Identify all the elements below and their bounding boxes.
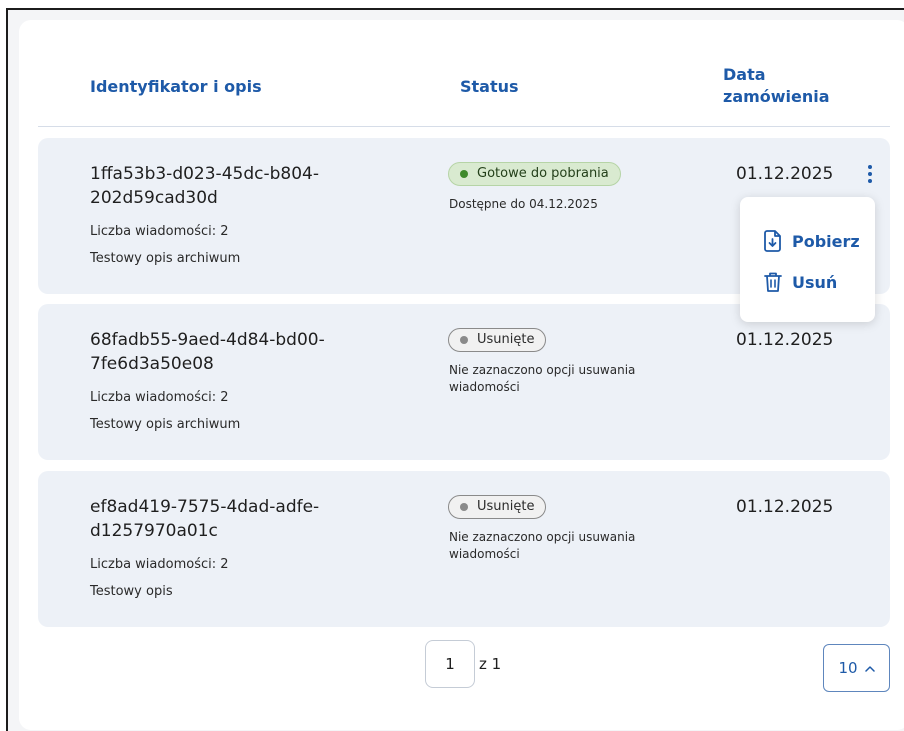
status-dot-icon (460, 336, 468, 344)
status-note: Nie zaznaczono opcji usuwania wiadomości (449, 530, 636, 561)
status-label: Usunięte (477, 332, 535, 347)
page-total: z 1 (479, 655, 502, 673)
archive-description: Testowy opis archiwum (90, 417, 241, 432)
status-note: Nie zaznaczono opcji usuwania wiadomości (449, 363, 636, 394)
archive-description: Testowy opis archiwum (90, 251, 241, 266)
status-badge: Usunięte (448, 495, 547, 519)
column-header-status: Status (460, 77, 519, 96)
current-page-input[interactable]: 1 (425, 640, 475, 688)
table-row: ef8ad419-7575-4dad-adfe-d1257970a01c Lic… (38, 471, 890, 627)
row-actions-menu: Pobierz Usuń (740, 197, 875, 322)
archive-id: ef8ad419-7575-4dad-adfe-d1257970a01c (90, 497, 320, 541)
chevron-up-icon (864, 665, 875, 672)
delete-label: Usuń (792, 272, 838, 292)
file-download-icon (764, 230, 781, 252)
column-header-id-description: Identyfikator i opis (90, 77, 262, 96)
order-date: 01.12.2025 (736, 497, 834, 517)
trash-icon (764, 272, 782, 292)
download-label: Pobierz (792, 231, 860, 251)
download-menu-item[interactable]: Pobierz (762, 228, 860, 254)
status-label: Gotowe do pobrania (477, 166, 609, 181)
header-divider (38, 126, 890, 127)
status-badge: Usunięte (448, 328, 547, 352)
row-actions-kebab-icon[interactable] (864, 162, 876, 186)
column-header-order-date: Data zamówienia (723, 65, 830, 106)
message-count: Liczba wiadomości: 2 (90, 224, 229, 239)
status-label: Usunięte (477, 499, 535, 514)
message-count: Liczba wiadomości: 2 (90, 557, 229, 572)
status-dot-icon (460, 170, 468, 178)
delete-menu-item[interactable]: Usuń (762, 269, 837, 295)
archive-id: 68fadb55-9aed-4d84-bd00-7fe6d3a50e08 (90, 330, 325, 374)
archive-description: Testowy opis (90, 584, 173, 599)
order-date: 01.12.2025 (736, 330, 834, 350)
status-badge: Gotowe do pobrania (448, 162, 621, 186)
archive-id: 1ffa53b3-d023-45dc-b804-202d59cad30d (90, 164, 319, 208)
status-note: Dostępne do 04.12.2025 (449, 197, 598, 211)
message-count: Liczba wiadomości: 2 (90, 390, 229, 405)
table-row: 68fadb55-9aed-4d84-bd00-7fe6d3a50e08 Lic… (38, 304, 890, 460)
per-page-value: 10 (838, 659, 858, 677)
per-page-select[interactable]: 10 (823, 644, 890, 692)
status-dot-icon (460, 503, 468, 511)
order-date: 01.12.2025 (736, 164, 834, 184)
